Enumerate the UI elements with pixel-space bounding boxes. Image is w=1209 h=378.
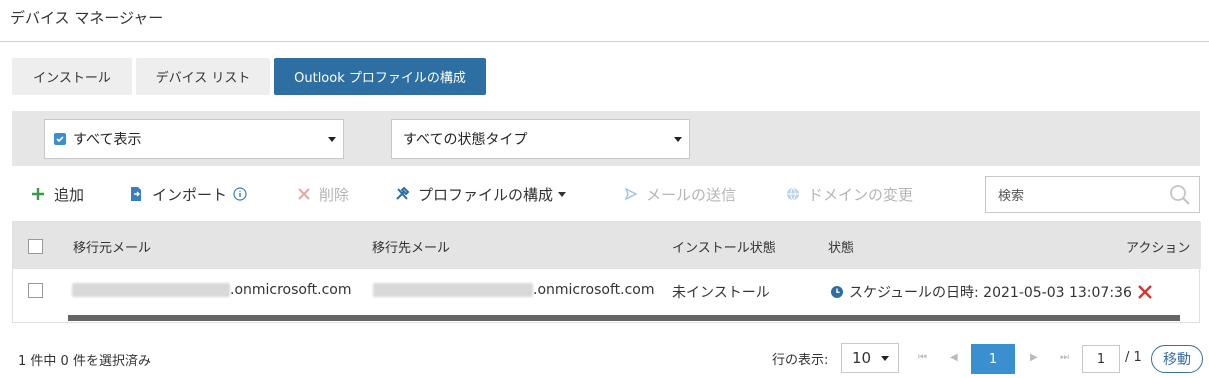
page-number-input[interactable]: 1 <box>1082 345 1120 373</box>
header-action: アクション <box>1126 241 1191 256</box>
add-label: 追加 <box>54 185 85 204</box>
horizontal-scrollbar[interactable] <box>68 315 1180 321</box>
selection-count: 1 件中 0 件を選択済み <box>18 354 151 369</box>
next-page-icon[interactable]: ▶ <box>1030 352 1038 363</box>
change-domain-button[interactable]: ドメインの変更 <box>786 176 913 212</box>
page-title: デバイス マネージャー <box>10 9 164 27</box>
redacted-text <box>373 283 533 297</box>
last-page-icon[interactable]: ⏭ <box>1060 352 1069 363</box>
configure-profile-label: プロファイルの構成 <box>418 185 554 204</box>
delete-button[interactable]: 削除 <box>297 176 349 212</box>
delete-row-icon[interactable] <box>1137 284 1153 304</box>
tab-outlook-profile[interactable]: Outlook プロファイルの構成 <box>274 58 486 95</box>
source-mail-cell: .onmicrosoft.com <box>72 282 352 298</box>
send-icon <box>624 187 638 201</box>
first-page-icon[interactable]: ⏮ <box>918 352 927 363</box>
add-button[interactable]: 追加 <box>30 176 84 212</box>
send-mail-button[interactable]: メールの送信 <box>624 176 736 212</box>
state-text: スケジュールの日時: 2021-05-03 13:07:36 <box>849 285 1132 301</box>
install-state-cell: 未インストール <box>672 285 770 301</box>
header-source-mail[interactable]: 移行元メール <box>73 237 151 256</box>
import-icon <box>128 186 144 202</box>
tab-device-list[interactable]: デバイス リスト <box>136 58 270 95</box>
clock-icon <box>830 285 844 299</box>
chevron-down-icon <box>674 137 682 142</box>
plus-icon <box>30 186 46 202</box>
configure-profile-button[interactable]: プロファイルの構成 <box>394 176 567 212</box>
table-row[interactable]: .onmicrosoft.com .onmicrosoft.com 未インストー… <box>13 269 1201 313</box>
table-header: 移行元メール 移行先メール インストール状態 状態 アクション <box>13 222 1201 269</box>
rows-per-page-value: 10 <box>852 349 872 367</box>
send-mail-label: メールの送信 <box>646 185 737 204</box>
globe-icon <box>786 187 800 201</box>
select-all-checkbox[interactable] <box>28 239 43 254</box>
tools-icon <box>394 186 410 202</box>
go-to-page-button[interactable]: 移動 <box>1151 345 1203 373</box>
tab-bar: インストール デバイス リスト Outlook プロファイルの構成 <box>12 58 490 95</box>
target-mail-cell: .onmicrosoft.com <box>373 282 655 298</box>
page-button-current[interactable]: 1 <box>971 344 1015 374</box>
checklist-icon <box>53 132 67 146</box>
prev-page-icon[interactable]: ◀ <box>950 352 958 363</box>
chevron-down-icon <box>328 137 336 142</box>
search-placeholder: 検索 <box>998 189 1025 204</box>
import-button[interactable]: インポート <box>128 176 247 212</box>
tab-install[interactable]: インストール <box>12 58 132 95</box>
total-pages: / 1 <box>1125 350 1142 365</box>
search-input[interactable]: 検索 <box>985 176 1200 213</box>
state-type-value: すべての状態タイプ <box>403 132 528 148</box>
header-target-mail[interactable]: 移行先メール <box>372 237 450 256</box>
show-filter-select[interactable]: すべて表示 <box>44 119 344 159</box>
row-checkbox[interactable] <box>28 283 43 298</box>
rows-per-page-select[interactable]: 10 <box>841 343 899 373</box>
info-icon[interactable] <box>233 187 247 201</box>
show-filter-value: すべて表示 <box>73 132 142 148</box>
change-domain-label: ドメインの変更 <box>808 185 914 204</box>
rows-per-page-label: 行の表示: <box>772 353 829 368</box>
import-label: インポート <box>152 185 228 204</box>
state-type-select[interactable]: すべての状態タイプ <box>391 119 690 159</box>
profile-table: 移行元メール 移行先メール インストール状態 状態 アクション .onmicro… <box>12 221 1201 323</box>
state-cell: スケジュールの日時: 2021-05-03 13:07:36 <box>830 282 1132 302</box>
header-state[interactable]: 状態 <box>828 237 854 256</box>
chevron-down-icon <box>558 191 567 197</box>
redacted-text <box>72 283 230 297</box>
delete-label: 削除 <box>319 185 350 204</box>
toolbar: 追加 インポート 削除 プロファイルの構成 メールの送信 ドメインの変更 検索 <box>12 176 1200 213</box>
close-icon <box>297 187 311 201</box>
source-mail-domain: .onmicrosoft.com <box>230 282 352 298</box>
title-divider <box>0 41 1209 42</box>
target-mail-domain: .onmicrosoft.com <box>533 282 655 298</box>
chevron-down-icon <box>881 356 889 361</box>
filter-bar: すべて表示 すべての状態タイプ <box>12 111 1200 166</box>
header-install-state[interactable]: インストール状態 <box>672 237 776 256</box>
search-icon[interactable] <box>1169 184 1191 210</box>
